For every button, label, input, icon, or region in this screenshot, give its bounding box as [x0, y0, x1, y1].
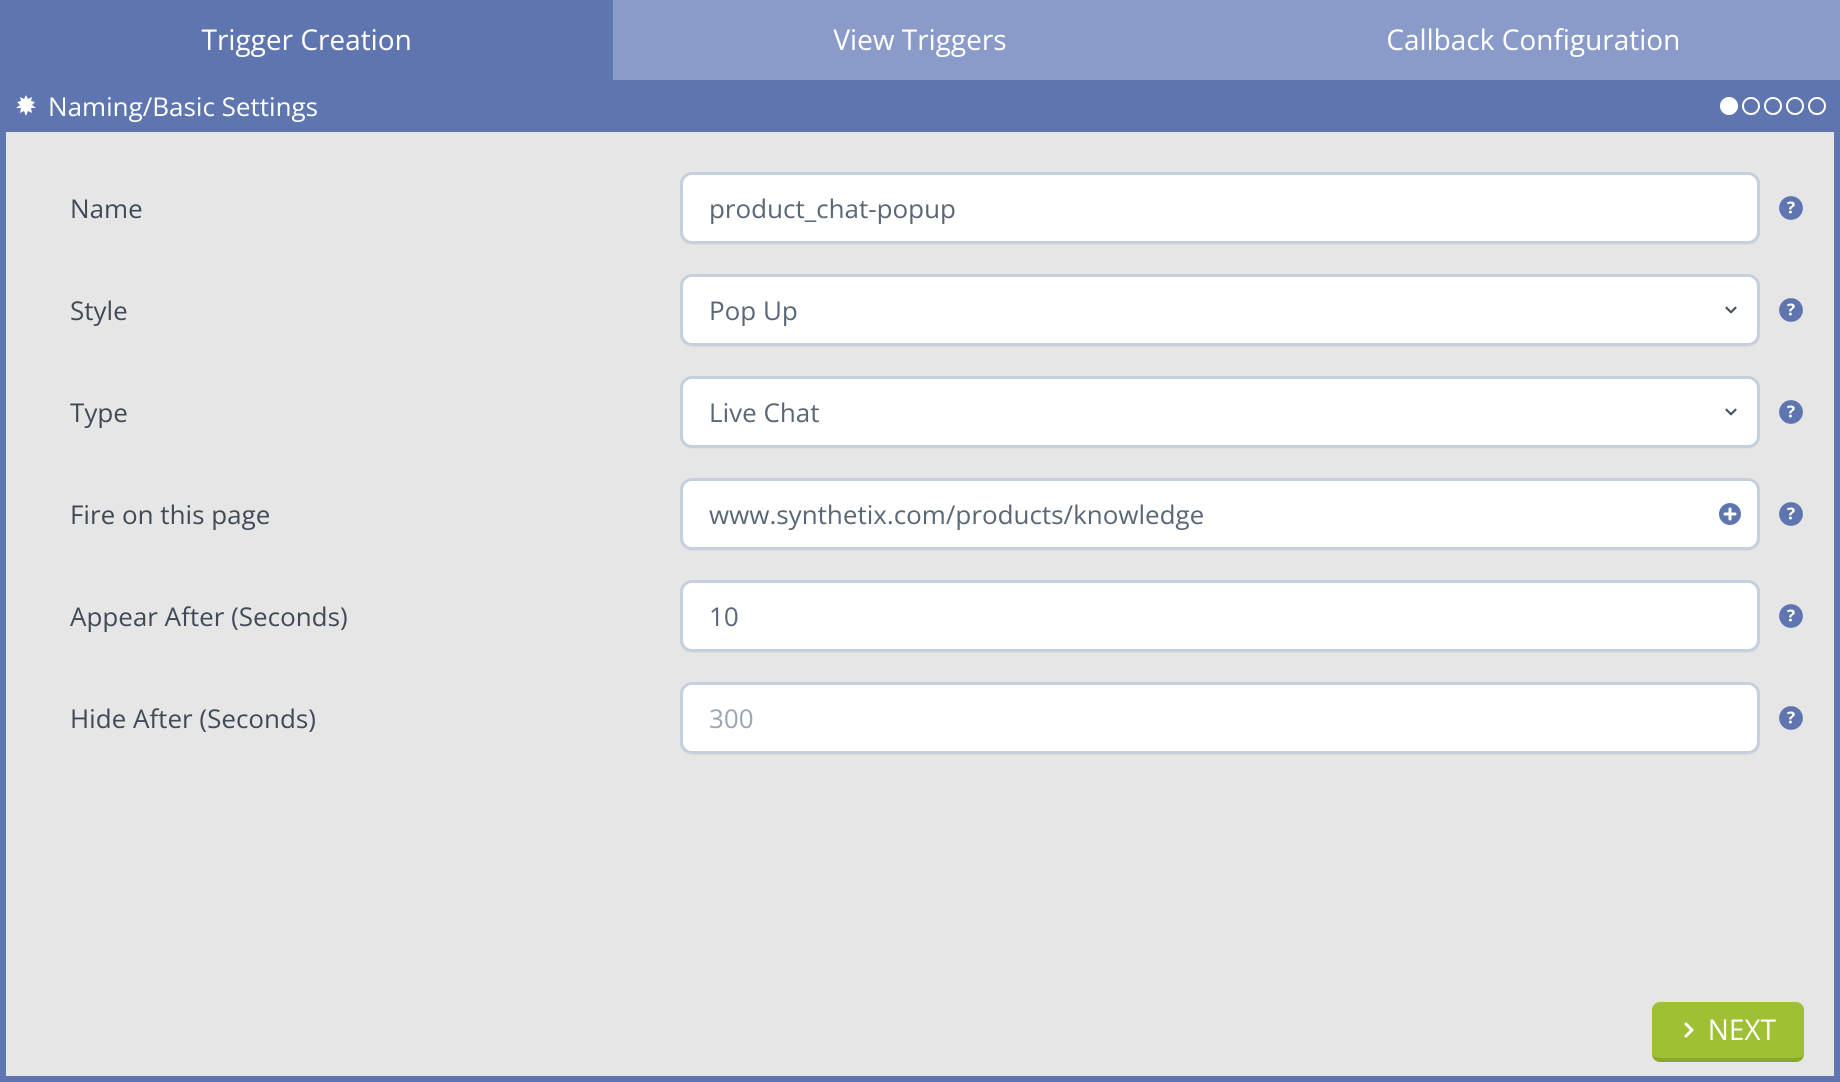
step-dot-3 — [1764, 97, 1782, 115]
plus-circle-icon[interactable] — [1718, 502, 1742, 526]
tab-callback-configuration[interactable]: Callback Configuration — [1227, 0, 1840, 80]
next-button-label: NEXT — [1708, 1011, 1776, 1049]
row-name: Name ? — [70, 172, 1804, 244]
label-appear-after: Appear After (Seconds) — [70, 598, 680, 634]
label-style: Style — [70, 292, 680, 328]
section-header: Naming/Basic Settings — [0, 80, 1840, 132]
help-icon[interactable]: ? — [1778, 297, 1804, 323]
style-select[interactable]: Pop Up — [680, 274, 1760, 346]
label-hide-after: Hide After (Seconds) — [70, 700, 680, 736]
row-style: Style Pop Up ? — [70, 274, 1804, 346]
next-button[interactable]: NEXT — [1652, 1002, 1804, 1062]
step-dot-5 — [1808, 97, 1826, 115]
hide-after-input[interactable] — [680, 682, 1760, 754]
chevron-right-icon — [1680, 1021, 1698, 1039]
svg-text:?: ? — [1787, 603, 1795, 627]
row-appear-after: Appear After (Seconds) ? — [70, 580, 1804, 652]
tab-label: Callback Configuration — [1386, 21, 1680, 59]
svg-text:?: ? — [1787, 297, 1795, 321]
step-dot-4 — [1786, 97, 1804, 115]
help-icon[interactable]: ? — [1778, 399, 1804, 425]
tab-label: Trigger Creation — [202, 21, 412, 59]
svg-text:?: ? — [1787, 501, 1795, 525]
tab-label: View Triggers — [833, 21, 1006, 59]
step-dot-2 — [1742, 97, 1760, 115]
form-body: Name ? Style Pop Up — [0, 132, 1840, 1082]
label-type: Type — [70, 394, 680, 430]
svg-text:?: ? — [1787, 399, 1795, 423]
help-icon[interactable]: ? — [1778, 195, 1804, 221]
section-title: Naming/Basic Settings — [48, 88, 318, 124]
step-dot-1 — [1720, 97, 1738, 115]
appear-after-input[interactable] — [680, 580, 1760, 652]
fire-page-input[interactable] — [680, 478, 1760, 550]
row-type: Type Live Chat ? — [70, 376, 1804, 448]
label-name: Name — [70, 190, 680, 226]
type-select[interactable]: Live Chat — [680, 376, 1760, 448]
badge-icon — [14, 94, 38, 118]
name-input[interactable] — [680, 172, 1760, 244]
help-icon[interactable]: ? — [1778, 501, 1804, 527]
help-icon[interactable]: ? — [1778, 705, 1804, 731]
step-progress — [1720, 97, 1826, 115]
top-tabs: Trigger Creation View Triggers Callback … — [0, 0, 1840, 80]
svg-text:?: ? — [1787, 195, 1795, 219]
row-hide-after: Hide After (Seconds) ? — [70, 682, 1804, 754]
form-footer: NEXT — [70, 998, 1804, 1068]
tab-view-triggers[interactable]: View Triggers — [613, 0, 1226, 80]
tab-trigger-creation[interactable]: Trigger Creation — [0, 0, 613, 80]
row-fire-page: Fire on this page ? — [70, 478, 1804, 550]
label-fire-page: Fire on this page — [70, 496, 680, 532]
help-icon[interactable]: ? — [1778, 603, 1804, 629]
svg-text:?: ? — [1787, 705, 1795, 729]
